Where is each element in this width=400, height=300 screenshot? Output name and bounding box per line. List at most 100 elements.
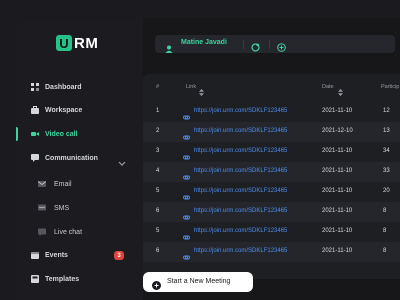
- status-icon[interactable]: [251, 39, 260, 52]
- sort-icon[interactable]: [338, 83, 343, 96]
- user-name: Matine Javadi: [181, 39, 227, 46]
- sidebar-item-live-chat[interactable]: Live chat: [16, 221, 143, 243]
- meeting-link[interactable]: https://join.urm.com/SDKLF123465: [194, 128, 287, 134]
- user-chip[interactable]: Matine Javadi: [155, 35, 395, 53]
- participants-count: 8: [383, 208, 387, 214]
- table-row[interactable]: 5 https://join.urm.com/SDKLF123465 2021-…: [143, 182, 400, 202]
- meeting-date: 2021-11-10: [322, 208, 353, 214]
- chat-icon: [31, 154, 39, 162]
- table-row[interactable]: 5 https://join.urm.com/SDKLF123465 2021-…: [143, 222, 400, 242]
- mail-icon: [38, 180, 46, 188]
- link-icon: [183, 248, 190, 260]
- add-icon[interactable]: [277, 39, 286, 52]
- sidebar-item-dashboard[interactable]: Dashboard: [16, 76, 143, 98]
- link-icon: [183, 168, 190, 180]
- row-number: 4: [156, 168, 160, 174]
- meeting-date: 2021-11-10: [322, 148, 353, 154]
- participants-count: 13: [383, 128, 390, 134]
- participants-count: 34: [383, 148, 390, 154]
- sidebar: U RM Dashboard Workspace Video call Comm…: [16, 18, 143, 300]
- meeting-link[interactable]: https://join.urm.com/SDKLF123465: [194, 228, 287, 234]
- logo: U RM: [56, 31, 98, 55]
- meeting-link[interactable]: https://join.urm.com/SDKLF123465: [194, 208, 287, 214]
- table-row[interactable]: 6 https://join.urm.com/SDKLF123465 2021-…: [143, 202, 400, 222]
- sidebar-item-label: Email: [54, 180, 72, 188]
- divider: [269, 40, 270, 49]
- meeting-date: 2021-11-10: [322, 168, 353, 174]
- plus-icon: [152, 277, 161, 290]
- meeting-date: 2021-11-10: [322, 188, 353, 194]
- link-icon: [183, 188, 190, 200]
- participants-count: 33: [383, 168, 390, 174]
- meeting-link[interactable]: https://join.urm.com/SDKLF123465: [194, 188, 287, 194]
- meeting-date: 2021-11-10: [322, 228, 353, 234]
- column-header-link[interactable]: Link: [186, 84, 196, 90]
- table-row[interactable]: 1 https://join.urm.com/SDKLF123465 2021-…: [143, 102, 400, 122]
- sidebar-item-label: SMS: [54, 204, 70, 212]
- link-icon: [183, 148, 190, 160]
- link-icon: [183, 228, 190, 240]
- sidebar-item-templates[interactable]: Templates: [16, 268, 143, 290]
- meeting-date: 2021-12-10: [322, 128, 353, 134]
- participants-count: 12: [383, 108, 390, 114]
- sidebar-item-communication[interactable]: Communication: [16, 147, 143, 169]
- video-icon: [31, 130, 39, 138]
- participants-count: 8: [383, 228, 387, 234]
- row-number: 1: [156, 108, 160, 114]
- sidebar-item-label: Live chat: [54, 228, 83, 236]
- live-chat-icon: [38, 228, 46, 236]
- row-number: 6: [156, 248, 160, 254]
- table-row[interactable]: 6 https://join.urm.com/SDKLF123465 2021-…: [143, 242, 400, 262]
- sidebar-item-label: Communication: [45, 154, 98, 162]
- start-new-meeting-label: Start a New Meeting: [167, 278, 231, 285]
- app-window: U RM Dashboard Workspace Video call Comm…: [16, 18, 400, 300]
- user-icon: [165, 40, 173, 53]
- logo-text: RM: [74, 34, 99, 52]
- column-header-participants[interactable]: Particip: [381, 84, 399, 90]
- start-new-meeting-button[interactable]: Start a New Meeting: [143, 272, 253, 292]
- sort-icon[interactable]: [199, 83, 204, 96]
- sidebar-item-video-call[interactable]: Video call: [16, 123, 143, 145]
- sidebar-item-label: Templates: [45, 275, 80, 283]
- top-bar: Matine Javadi: [143, 18, 400, 73]
- meeting-link[interactable]: https://join.urm.com/SDKLF123465: [194, 248, 287, 254]
- sidebar-item-sms[interactable]: SMS: [16, 197, 143, 219]
- events-count-badge: 3: [114, 251, 124, 260]
- meeting-date: 2021-11-10: [322, 108, 353, 114]
- meeting-link[interactable]: https://join.urm.com/SDKLF123465: [194, 108, 287, 114]
- meeting-date: 2021-11-10: [322, 248, 353, 254]
- sidebar-item-label: Workspace: [45, 106, 83, 114]
- table-row[interactable]: 2 https://join.urm.com/SDKLF123465 2021-…: [143, 122, 400, 142]
- link-icon: [183, 128, 190, 140]
- row-number: 3: [156, 148, 160, 154]
- sidebar-item-label: Events: [45, 251, 68, 259]
- sidebar-item-label: Video call: [45, 130, 78, 138]
- template-icon: [31, 275, 39, 283]
- sidebar-item-label: Dashboard: [45, 83, 82, 91]
- briefcase-icon: [31, 106, 39, 114]
- sidebar-item-email[interactable]: Email: [16, 173, 143, 195]
- table-row[interactable]: 3 https://join.urm.com/SDKLF123465 2021-…: [143, 142, 400, 162]
- row-number: 5: [156, 188, 160, 194]
- row-number: 5: [156, 228, 160, 234]
- participants-count: 20: [383, 188, 390, 194]
- table-row[interactable]: 4 https://join.urm.com/SDKLF123465 2021-…: [143, 162, 400, 182]
- sidebar-item-workspace[interactable]: Workspace: [16, 99, 143, 121]
- meeting-link[interactable]: https://join.urm.com/SDKLF123465: [194, 148, 287, 154]
- meetings-table: # Link Date Particip 1 https://join.urm.…: [143, 74, 400, 279]
- sms-icon: [38, 204, 46, 212]
- calendar-icon: [31, 251, 39, 259]
- meeting-link[interactable]: https://join.urm.com/SDKLF123465: [194, 168, 287, 174]
- sidebar-item-events[interactable]: Events 3: [16, 244, 143, 266]
- row-number: 2: [156, 128, 160, 134]
- participants-count: 8: [383, 248, 387, 254]
- logo-mark: U: [56, 35, 72, 51]
- divider: [243, 40, 244, 49]
- link-icon: [183, 208, 190, 220]
- column-header-date[interactable]: Date: [322, 84, 334, 90]
- link-icon: [183, 108, 190, 120]
- chevron-down-icon[interactable]: [118, 154, 126, 166]
- grid-icon: [31, 83, 39, 91]
- table-header: # Link Date Particip: [143, 74, 400, 102]
- column-header-number: #: [156, 84, 160, 90]
